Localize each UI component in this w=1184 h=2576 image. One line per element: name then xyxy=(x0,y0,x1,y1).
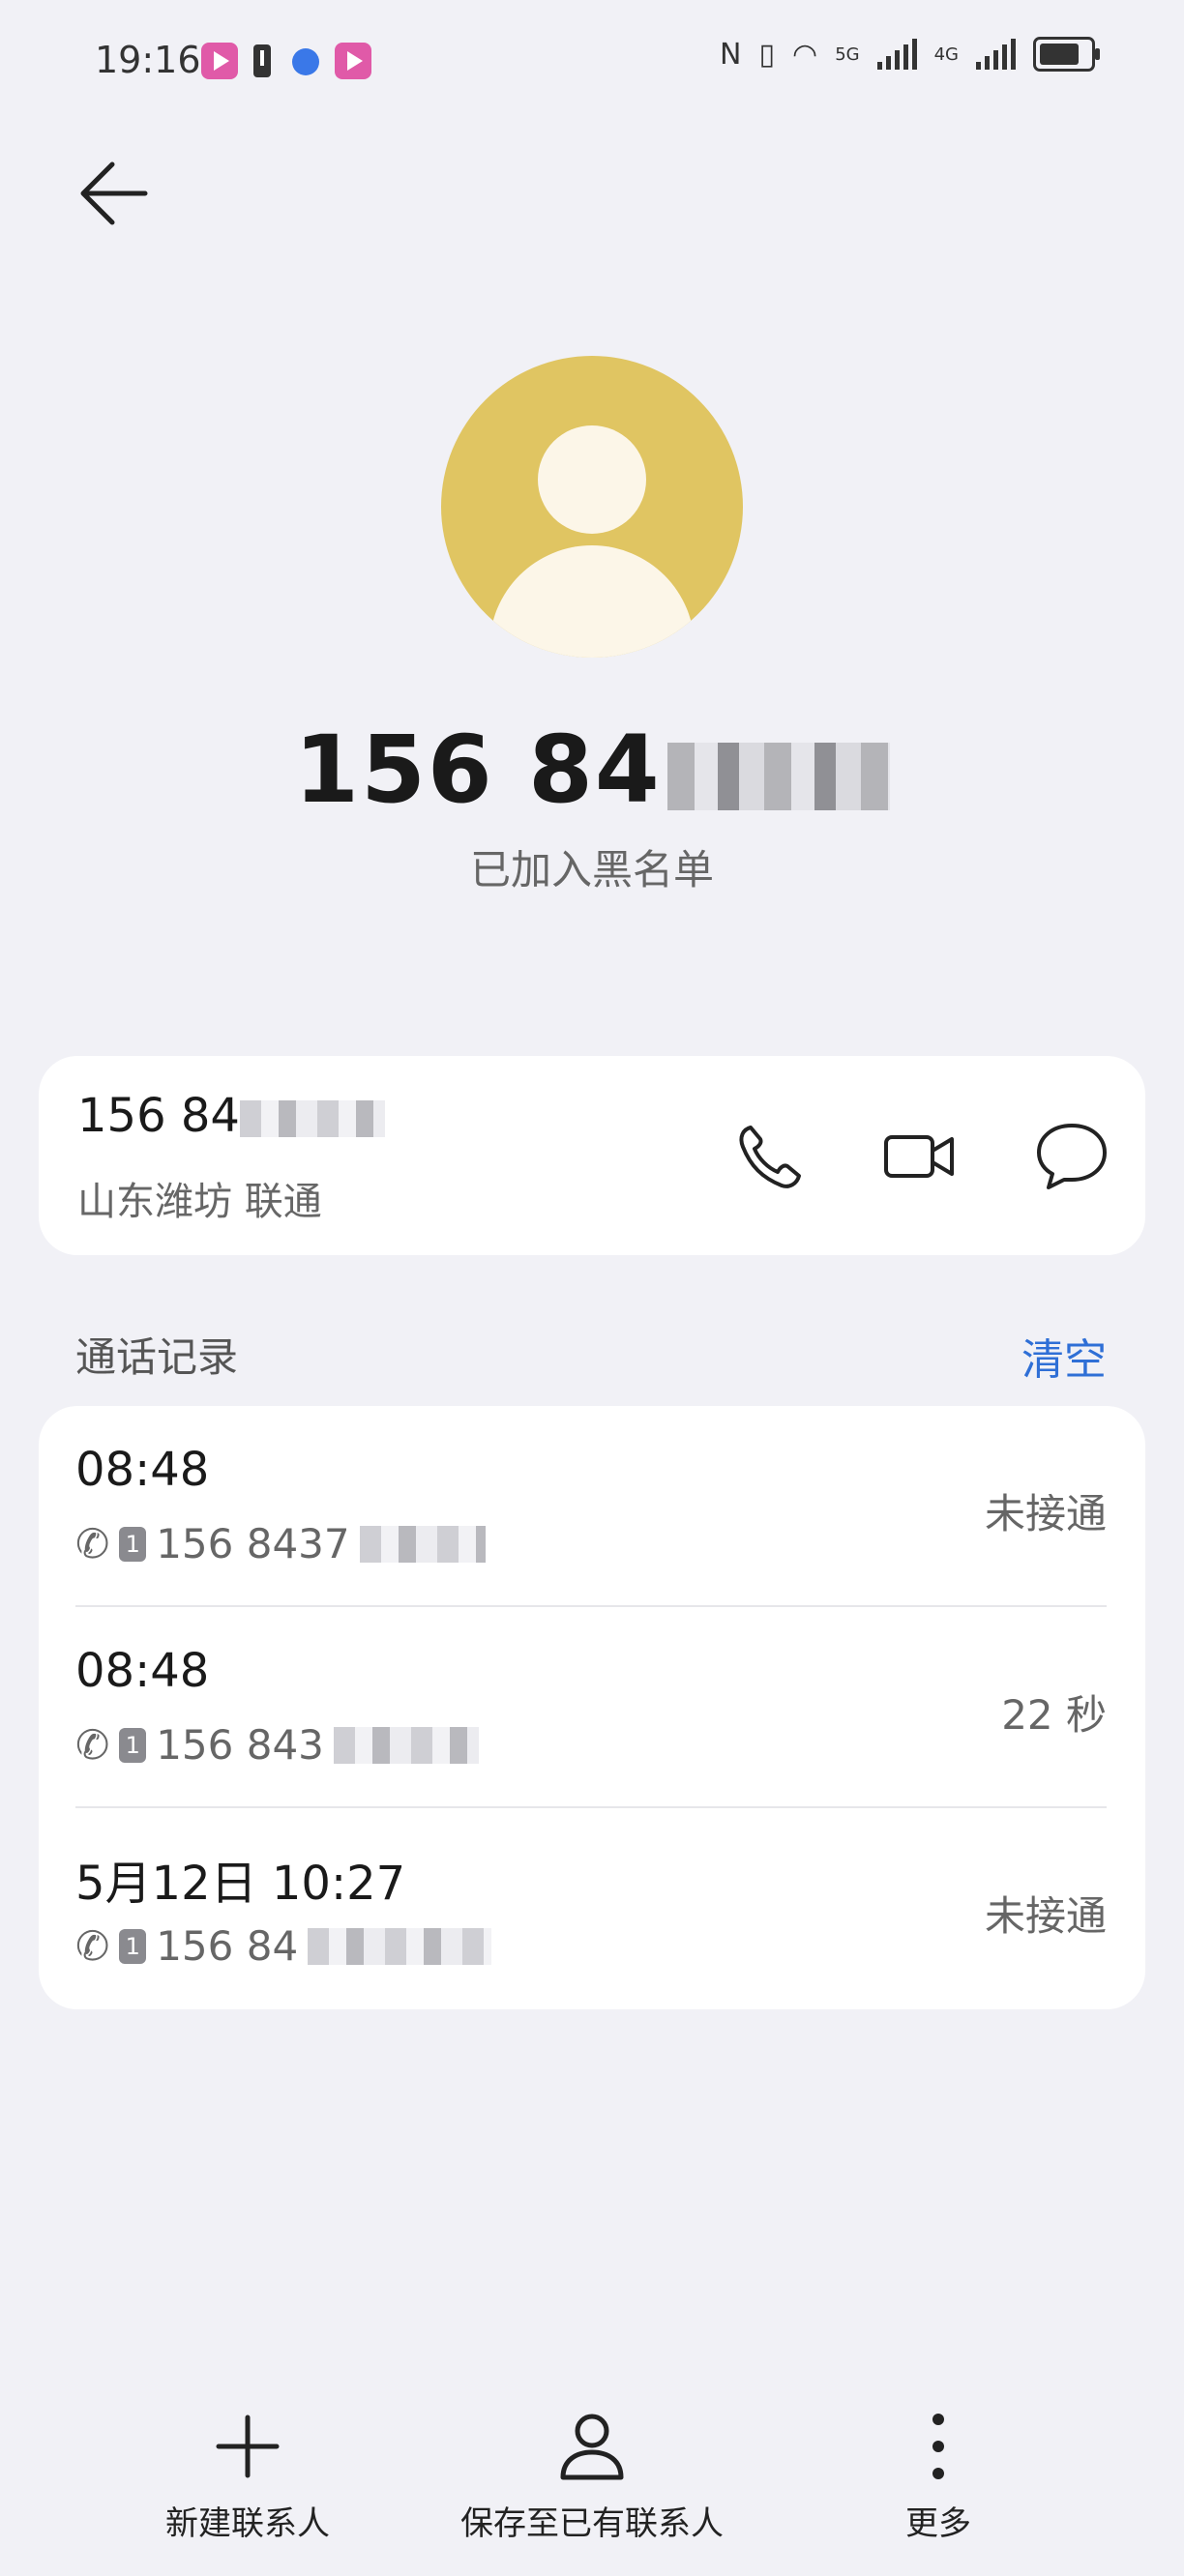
signal-4g-icon xyxy=(976,39,1016,70)
call-number-text: 156 8437 xyxy=(156,1520,350,1567)
video-call-icon[interactable] xyxy=(882,1120,956,1193)
new-contact-label: 新建联系人 xyxy=(165,2504,330,2543)
call-time: 08:48 xyxy=(75,1443,210,1497)
sim-badge: 1 xyxy=(119,1526,147,1562)
video-app-icon-2 xyxy=(335,43,371,79)
network-4g-label: 4G xyxy=(933,44,959,65)
phone-call-icon[interactable] xyxy=(733,1120,807,1193)
blacklist-status: 已加入黑名单 xyxy=(469,846,714,893)
more-vertical-icon xyxy=(932,2414,944,2479)
call-log-list: 08:48 ✆ 1 156 8437 未接通 08:48 ✆ 1 156 843… xyxy=(39,1406,1145,2009)
call-status: 未接通 xyxy=(984,1892,1107,1940)
contact-number-visible: 156 84 xyxy=(294,716,662,824)
call-log-entry[interactable]: 08:48 ✆ 1 156 8437 未接通 xyxy=(39,1406,1145,1607)
call-number: ✆ 1 156 84 xyxy=(75,1922,492,1970)
contact-number-title: 156 84 xyxy=(0,716,1184,824)
signal-5g-icon xyxy=(876,39,917,70)
redaction-mosaic xyxy=(359,1525,486,1563)
call-number: ✆ 1 156 8437 xyxy=(75,1520,486,1567)
redaction-mosaic xyxy=(308,1927,492,1965)
wifi-icon: ◠ xyxy=(792,37,818,72)
sim-badge: 1 xyxy=(119,1727,147,1763)
incoming-call-icon: ✆ xyxy=(75,1922,110,1970)
call-number-text: 156 84 xyxy=(156,1922,299,1970)
alert-icon xyxy=(253,44,271,77)
number-card-number-text: 156 84 xyxy=(77,1089,240,1143)
save-to-existing-label: 保存至已有联系人 xyxy=(460,2504,724,2543)
redaction-mosaic xyxy=(333,1726,479,1764)
contact-avatar xyxy=(441,356,743,658)
number-location: 山东潍坊 联通 xyxy=(77,1180,322,1224)
person-icon xyxy=(560,2414,624,2480)
status-right-icons: N ▯ ◠ 5G 4G xyxy=(720,37,1100,72)
sim-badge: 1 xyxy=(119,1928,147,1964)
redaction-mosaic xyxy=(239,1100,385,1137)
save-to-existing-button[interactable]: 保存至已有联系人 xyxy=(447,2408,737,2544)
call-status: 22 秒 xyxy=(1001,1691,1107,1739)
nfc-icon: N xyxy=(720,37,742,72)
number-card: 156 84 山东潍坊 联通 xyxy=(39,1056,1145,1255)
call-log-title: 通话记录 xyxy=(75,1333,239,1381)
incoming-call-icon: ✆ xyxy=(75,1721,110,1769)
call-number-text: 156 843 xyxy=(156,1721,324,1769)
bottom-action-bar: 新建联系人 保存至已有联系人 更多 xyxy=(0,2408,1184,2576)
redaction-mosaic xyxy=(666,742,890,810)
plus-icon xyxy=(216,2415,280,2478)
incoming-call-icon: ✆ xyxy=(75,1520,110,1567)
number-card-number: 156 84 xyxy=(77,1089,385,1143)
network-5g-label: 5G xyxy=(835,44,860,65)
status-bar: 19:16 N ▯ ◠ 5G 4G xyxy=(0,0,1184,126)
vibrate-icon: ▯ xyxy=(758,37,775,72)
app-notification-icon xyxy=(292,48,319,75)
avatar-body-shape xyxy=(489,545,695,658)
call-log-entry[interactable]: 08:48 ✆ 1 156 843 22 秒 xyxy=(39,1607,1145,1808)
more-button[interactable]: 更多 xyxy=(871,2408,1006,2544)
battery-icon xyxy=(1033,37,1100,72)
call-log-entry[interactable]: 5月12日 10:27 ✆ 1 156 84 未接通 xyxy=(39,1808,1145,2009)
new-contact-button[interactable]: 新建联系人 xyxy=(151,2408,344,2544)
status-time: 19:16 xyxy=(95,39,201,81)
call-number: ✆ 1 156 843 xyxy=(75,1721,479,1769)
call-status: 未接通 xyxy=(984,1490,1107,1537)
message-icon[interactable] xyxy=(1035,1120,1109,1193)
more-label: 更多 xyxy=(905,2504,971,2543)
call-time: 5月12日 10:27 xyxy=(75,1857,406,1911)
back-arrow-icon[interactable] xyxy=(74,155,151,232)
clear-call-log-button[interactable]: 清空 xyxy=(1021,1325,1107,1387)
avatar-head-shape xyxy=(538,425,646,534)
call-time: 08:48 xyxy=(75,1644,210,1698)
video-app-icon xyxy=(201,43,238,79)
